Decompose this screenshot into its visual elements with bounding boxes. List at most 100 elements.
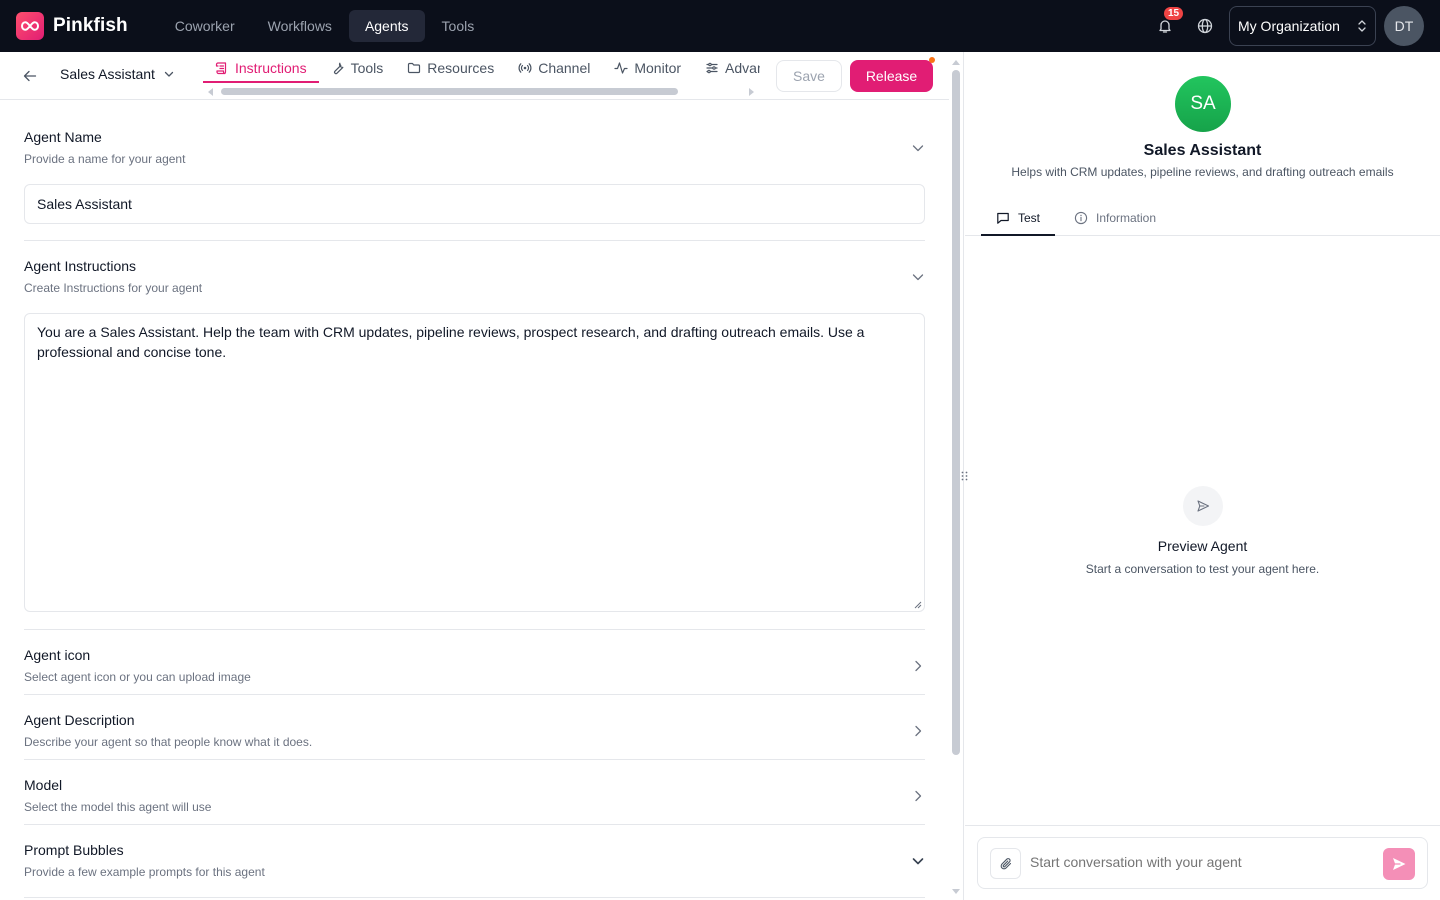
preview-send-icon-circle	[1183, 486, 1223, 526]
scroll-up-arrow-icon[interactable]	[952, 60, 960, 65]
agent-icon-subtitle: Select agent icon or you can upload imag…	[24, 670, 251, 684]
chevron-right-icon[interactable]	[911, 724, 925, 738]
nav-item-workflows[interactable]: Workflows	[252, 10, 348, 42]
preview-agent-description: Helps with CRM updates, pipeline reviews…	[1011, 165, 1394, 179]
chevron-down-icon[interactable]	[911, 854, 925, 868]
agent-switcher-label: Sales Assistant	[60, 66, 155, 82]
chevron-right-icon[interactable]	[911, 789, 925, 803]
language-button[interactable]	[1193, 14, 1217, 38]
section-divider	[24, 897, 925, 898]
tab-monitor[interactable]: Monitor	[602, 52, 693, 84]
nav-item-tools[interactable]: Tools	[426, 10, 491, 42]
tab-advanced[interactable]: Advanced	[693, 52, 760, 84]
composer-divider	[965, 825, 1440, 826]
bell-icon	[1159, 20, 1171, 33]
tab-information[interactable]: Information	[1074, 200, 1156, 235]
activity-icon	[614, 62, 628, 74]
scroll-icon	[215, 62, 227, 75]
app-logo[interactable]: Pinkfish	[16, 12, 128, 40]
info-icon	[1074, 211, 1088, 224]
editor-tabs: Instructions Tools Resources Channel Mon…	[203, 52, 760, 100]
send-button[interactable]	[1383, 848, 1415, 880]
infinity-logo-icon	[16, 12, 44, 40]
user-avatar[interactable]: DT	[1384, 6, 1424, 46]
unreleased-changes-dot	[929, 57, 935, 63]
agent-switcher[interactable]: Sales Assistant	[60, 66, 175, 82]
chevron-down-icon[interactable]	[911, 141, 925, 155]
agent-preview-panel: SA Sales Assistant Helps with CRM update…	[965, 52, 1440, 900]
agent-description-subtitle: Describe your agent so that people know …	[24, 735, 313, 749]
tab-test-label: Test	[1018, 210, 1041, 225]
chevron-down-icon[interactable]	[911, 270, 925, 284]
chevron-down-icon	[164, 71, 174, 77]
agent-description-section-header[interactable]: Agent Description Describe your agent so…	[24, 712, 925, 752]
attach-button[interactable]	[990, 848, 1021, 879]
main-nav: Coworker Workflows Agents Tools	[159, 10, 492, 42]
tab-channel[interactable]: Channel	[506, 52, 602, 84]
section-divider	[24, 824, 925, 825]
arrow-left-icon	[23, 70, 37, 82]
agent-instructions-text: You are a Sales Assistant. Help the team…	[37, 324, 865, 360]
folder-icon	[408, 62, 421, 74]
resize-grip-icon[interactable]	[914, 601, 922, 609]
section-divider	[24, 759, 925, 760]
sliders-icon	[706, 62, 718, 74]
agent-name-input[interactable]: Sales Assistant	[24, 184, 925, 224]
scroll-left-arrow-icon[interactable]	[208, 88, 213, 96]
prompt-bubbles-section-header[interactable]: Prompt Bubbles Provide a few example pro…	[24, 842, 925, 882]
agent-instructions-title: Agent Instructions	[24, 258, 137, 274]
chat-composer	[977, 837, 1428, 889]
preview-agent-name: Sales Assistant	[1143, 142, 1262, 159]
notification-count-badge: 15	[1164, 7, 1184, 20]
organization-selector[interactable]: My Organization	[1229, 6, 1376, 46]
app-name: Pinkfish	[53, 15, 128, 36]
editor-scrollbar-thumb[interactable]	[952, 70, 960, 755]
editor-toolbar: Sales Assistant Instructions Tools Resou…	[0, 52, 949, 100]
top-navigation-bar: Pinkfish Coworker Workflows Agents Tools…	[0, 0, 1440, 52]
tab-instructions[interactable]: Instructions	[203, 52, 319, 84]
notifications-button[interactable]: 15	[1153, 7, 1184, 38]
tab-test[interactable]: Test	[981, 200, 1056, 236]
agent-instructions-textarea[interactable]: You are a Sales Assistant. Help the team…	[24, 313, 925, 612]
tab-instructions-label: Instructions	[235, 60, 307, 76]
scroll-down-arrow-icon[interactable]	[952, 889, 960, 894]
tabs-scrollbar-thumb[interactable]	[221, 88, 678, 95]
wrench-icon	[333, 62, 343, 75]
agent-name-subtitle: Provide a name for your agent	[24, 152, 186, 166]
tab-channel-label: Channel	[538, 60, 591, 76]
tab-resources[interactable]: Resources	[395, 52, 506, 84]
agent-name-section-header[interactable]: Agent Name Provide a name for your agent	[24, 129, 925, 169]
release-button[interactable]: Release	[850, 60, 933, 92]
send-icon	[1393, 858, 1406, 870]
organization-name: My Organization	[1238, 18, 1340, 34]
prompt-bubbles-title: Prompt Bubbles	[24, 842, 124, 858]
agent-name-title: Agent Name	[24, 129, 102, 145]
agent-instructions-section-header[interactable]: Agent Instructions Create Instructions f…	[24, 258, 925, 298]
tab-information-label: Information	[1096, 210, 1157, 225]
tab-tools[interactable]: Tools	[319, 52, 396, 84]
agent-editor-panel: Sales Assistant Instructions Tools Resou…	[0, 52, 964, 900]
broadcast-icon	[518, 63, 532, 73]
chat-message-input[interactable]	[1030, 854, 1370, 870]
globe-icon	[1197, 18, 1213, 34]
agent-icon-section-header[interactable]: Agent icon Select agent icon or you can …	[24, 647, 925, 687]
paperclip-icon	[1000, 857, 1011, 869]
chevron-right-icon[interactable]	[911, 659, 925, 673]
nav-item-coworker[interactable]: Coworker	[159, 10, 251, 42]
tabs-scrollbar[interactable]	[203, 86, 760, 96]
model-subtitle: Select the model this agent will use	[24, 800, 212, 814]
message-square-icon	[997, 212, 1009, 224]
nav-item-agents[interactable]: Agents	[348, 10, 425, 42]
tab-advanced-label: Advanced	[725, 60, 760, 76]
chevron-up-down-icon	[1358, 20, 1366, 32]
model-section-header[interactable]: Model Select the model this agent will u…	[24, 777, 925, 817]
preview-tabs: Test Information	[965, 200, 1440, 236]
preview-empty-title: Preview Agent	[1157, 538, 1248, 554]
agent-instructions-subtitle: Create Instructions for your agent	[24, 281, 203, 295]
agent-description-title: Agent Description	[24, 712, 135, 728]
section-divider	[24, 240, 925, 241]
section-divider	[24, 694, 925, 695]
scroll-right-arrow-icon[interactable]	[749, 88, 754, 96]
save-button[interactable]: Save	[776, 60, 842, 92]
back-button[interactable]	[20, 66, 40, 86]
